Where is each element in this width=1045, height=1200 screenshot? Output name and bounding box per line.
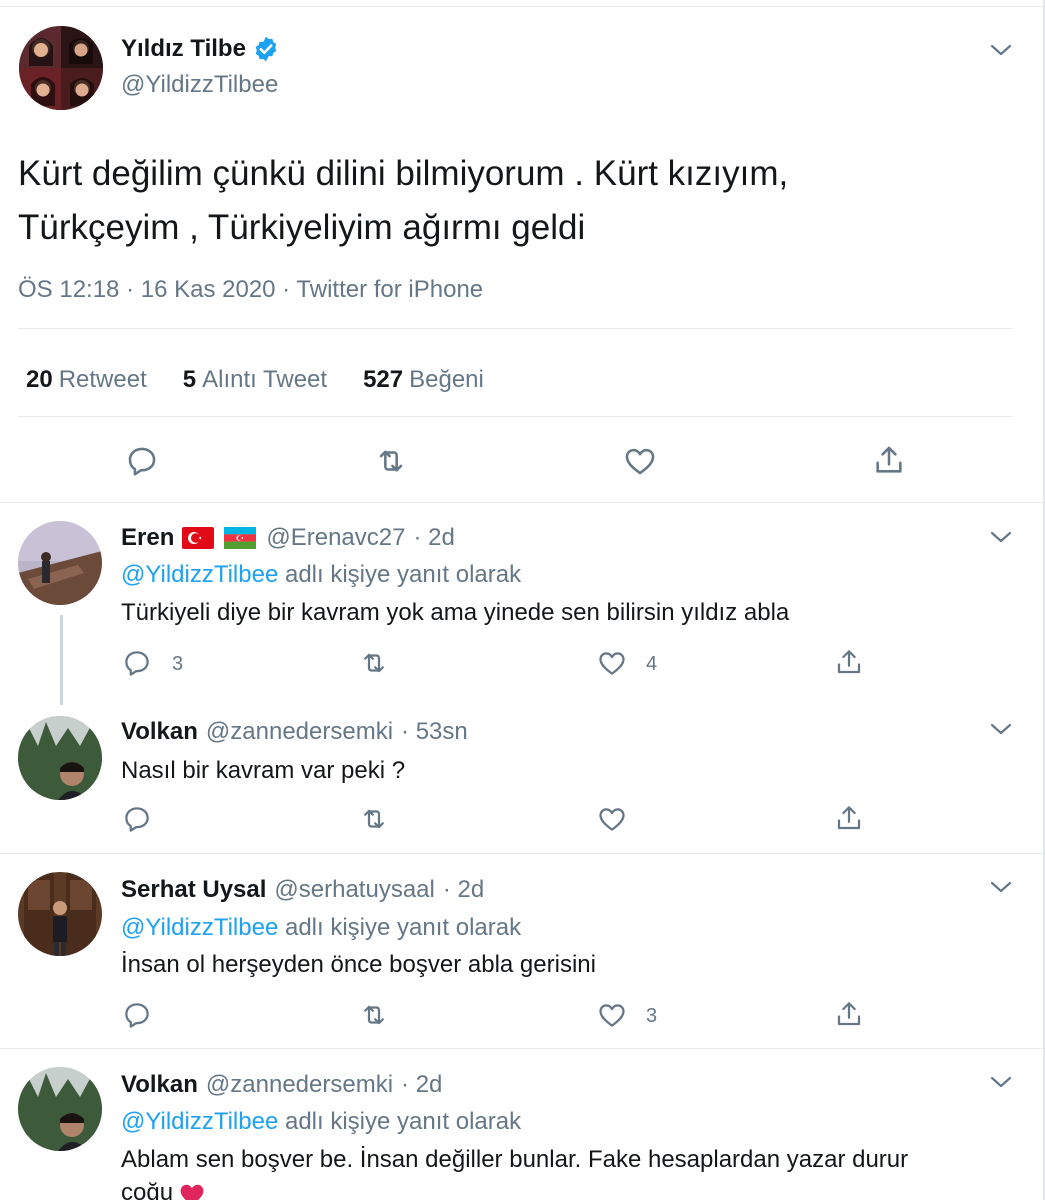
share-icon[interactable] bbox=[871, 443, 907, 477]
main-tweet[interactable]: Yıldız Tilbe @YildizzTilbee Kürt değilim… bbox=[0, 7, 1043, 503]
reply-icon[interactable] bbox=[122, 1000, 152, 1030]
reply-tweet[interactable]: Eren @Erenavc27 · 2d @YildizzTilbee adlı… bbox=[0, 503, 1043, 705]
divider bbox=[18, 328, 1013, 329]
share-icon[interactable] bbox=[833, 999, 865, 1029]
retweet-icon[interactable] bbox=[358, 1000, 390, 1030]
reply-tweet[interactable]: Serhat Uysal @serhatuysaal · 2d @Yildizz… bbox=[0, 854, 1043, 1049]
like-icon[interactable] bbox=[596, 648, 628, 678]
quotes-label: Alıntı Tweet bbox=[202, 366, 328, 393]
handle[interactable]: @zannedersemki bbox=[206, 718, 393, 746]
handle[interactable]: @zannedersemki bbox=[206, 1071, 393, 1099]
mention-link[interactable]: @YildizzTilbee bbox=[121, 914, 278, 941]
like-count: 4 bbox=[646, 653, 658, 675]
retweets-label: Retweet bbox=[58, 366, 147, 393]
tweet-text-line: Ablam sen boşver be. İnsan değiller bunl… bbox=[121, 1146, 909, 1173]
reply-icon[interactable] bbox=[125, 444, 159, 478]
tweet-text-line: Türkçeyim , Türkiyeliyim ağırmı geldi bbox=[18, 208, 586, 247]
tweet-timestamp[interactable]: ÖS 12:18 · 16 Kas 2020 · Twitter for iPh… bbox=[18, 276, 483, 304]
display-name[interactable]: Eren bbox=[121, 524, 174, 552]
likes-label: Beğeni bbox=[409, 366, 484, 393]
timestamp[interactable]: · 2d bbox=[401, 1071, 442, 1099]
mention-link[interactable]: @YildizzTilbee bbox=[121, 561, 278, 588]
reply-count: 3 bbox=[172, 653, 184, 675]
chevron-down-icon[interactable] bbox=[990, 1075, 1012, 1089]
display-name[interactable]: Volkan bbox=[121, 718, 198, 746]
top-border bbox=[0, 0, 1045, 7]
share-icon[interactable] bbox=[833, 803, 865, 833]
chevron-down-icon[interactable] bbox=[990, 530, 1012, 544]
tweet-text: Nasıl bir kavram var peki ? bbox=[121, 757, 406, 784]
retweets-count: 20 bbox=[26, 366, 53, 393]
reply-tweet[interactable]: Volkan @zannedersemki · 53sn Nasıl bir k… bbox=[0, 700, 1043, 854]
reply-context: @YildizzTilbee adlı kişiye yanıt olarak bbox=[121, 914, 521, 942]
display-name[interactable]: Volkan bbox=[121, 1071, 198, 1099]
avatar[interactable] bbox=[18, 872, 102, 956]
timestamp[interactable]: · 2d bbox=[413, 524, 454, 552]
likes-stat[interactable]: 527 Beğeni bbox=[363, 366, 484, 394]
retweet-icon[interactable] bbox=[358, 804, 390, 834]
like-icon[interactable] bbox=[596, 1000, 628, 1030]
display-name[interactable]: Serhat Uysal bbox=[121, 876, 266, 904]
tweet-text: İnsan ol herşeyden önce boşver abla geri… bbox=[121, 951, 596, 978]
reply-context-label: adlı kişiye yanıt olarak bbox=[278, 1108, 522, 1135]
reply-tweet[interactable]: Volkan @zannedersemki · 2d @YildizzTilbe… bbox=[0, 1049, 1043, 1200]
avatar[interactable] bbox=[18, 1067, 102, 1151]
reply-icon[interactable] bbox=[122, 804, 152, 834]
like-count: 3 bbox=[646, 1005, 658, 1027]
avatar[interactable] bbox=[19, 26, 103, 110]
tweet-text: Türkiyeli diye bir kavram yok ama yinede… bbox=[121, 599, 790, 626]
chevron-down-icon[interactable] bbox=[990, 880, 1012, 894]
retweet-icon[interactable] bbox=[373, 444, 409, 478]
quotes-stat[interactable]: 5 Alıntı Tweet bbox=[183, 366, 327, 394]
like-icon[interactable] bbox=[596, 804, 628, 834]
avatar[interactable] bbox=[18, 716, 102, 800]
timestamp[interactable]: · 53sn bbox=[401, 718, 468, 746]
reply-context: @YildizzTilbee adlı kişiye yanıt olarak bbox=[121, 561, 521, 589]
chevron-down-icon[interactable] bbox=[990, 722, 1012, 736]
reply-context-label: adlı kişiye yanıt olarak bbox=[278, 561, 522, 588]
tweet-text-line: Kürt değilim çünkü dilini bilmiyorum . K… bbox=[18, 154, 789, 193]
avatar[interactable] bbox=[18, 521, 102, 605]
timestamp[interactable]: · 2d bbox=[443, 876, 484, 904]
reply-context: @YildizzTilbee adlı kişiye yanıt olarak bbox=[121, 1108, 521, 1136]
like-icon[interactable] bbox=[622, 444, 658, 478]
retweet-icon[interactable] bbox=[358, 648, 390, 678]
red-heart-emoji bbox=[180, 1184, 204, 1200]
share-icon[interactable] bbox=[833, 647, 865, 677]
retweets-stat[interactable]: 20 Retweet bbox=[26, 366, 147, 394]
tweet-text-tail: çoğu bbox=[121, 1179, 174, 1200]
reply-icon[interactable] bbox=[122, 648, 152, 678]
divider bbox=[18, 416, 1013, 417]
turkey-flag-icon bbox=[182, 527, 215, 549]
handle[interactable]: @serhatuysaal bbox=[274, 876, 434, 904]
verified-badge-icon bbox=[255, 36, 277, 62]
likes-count: 527 bbox=[363, 366, 404, 393]
handle[interactable]: @YildizzTilbee bbox=[121, 71, 278, 99]
tweet-stats: 20 Retweet 5 Alıntı Tweet 527 Beğeni bbox=[26, 366, 520, 394]
tweet-text-line2: çoğu bbox=[121, 1179, 205, 1200]
mention-link[interactable]: @YildizzTilbee bbox=[121, 1108, 278, 1135]
thread-line bbox=[60, 615, 63, 705]
azerbaijan-flag-icon bbox=[224, 527, 257, 549]
display-name[interactable]: Yıldız Tilbe bbox=[121, 35, 246, 63]
chevron-down-icon[interactable] bbox=[990, 43, 1012, 57]
quotes-count: 5 bbox=[182, 366, 197, 393]
reply-context-label: adlı kişiye yanıt olarak bbox=[278, 914, 522, 941]
tweet-text: Kürt değilim çünkü dilini bilmiyorum . K… bbox=[18, 147, 978, 255]
handle[interactable]: @Erenavc27 bbox=[266, 524, 405, 552]
